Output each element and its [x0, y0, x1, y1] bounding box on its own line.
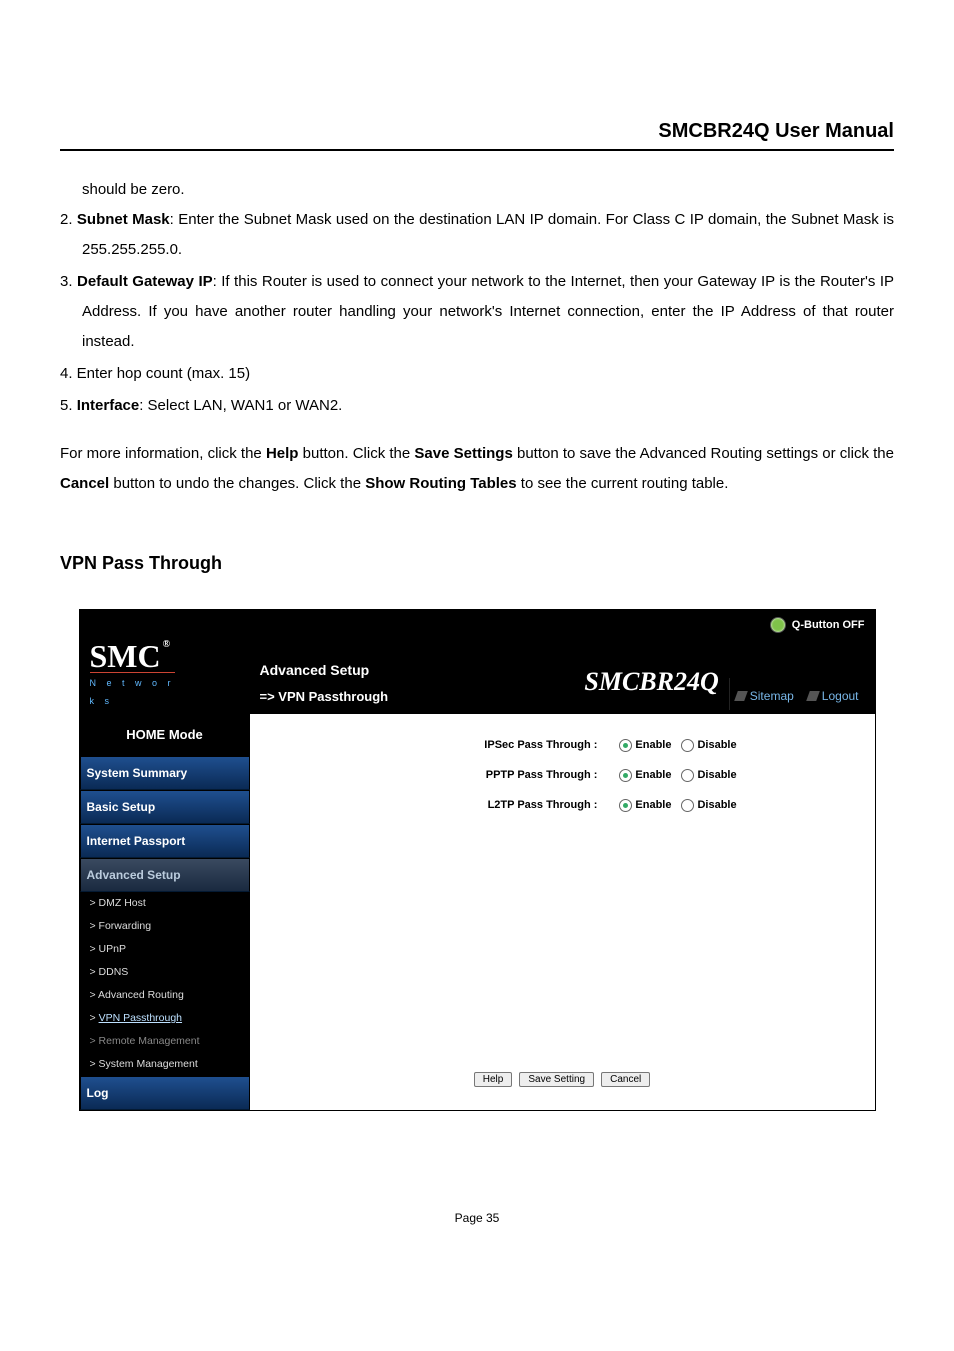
radio-l2tp-disable[interactable]: [681, 799, 694, 812]
logout-link[interactable]: Logout: [808, 684, 859, 708]
sidebar-item-log[interactable]: Log: [80, 1076, 250, 1110]
sitemap-link[interactable]: Sitemap: [736, 684, 794, 708]
header-links: Sitemap Logout: [729, 678, 865, 710]
sidebar-item-passport[interactable]: Internet Passport: [80, 824, 250, 858]
radio-l2tp-enable[interactable]: [619, 799, 632, 812]
option-ipsec: IPSec Pass Through : Enable Disable: [260, 734, 865, 756]
sidebar-sub-upnp[interactable]: > UPnP: [80, 938, 250, 961]
radio-ipsec-disable[interactable]: [681, 739, 694, 752]
sidebar-item-advanced[interactable]: Advanced Setup: [80, 858, 250, 892]
qbutton-label: Q-Button OFF: [792, 614, 865, 636]
sidebar-sub-advrouting[interactable]: > Advanced Routing: [80, 984, 250, 1007]
section-title: VPN Pass Through: [60, 545, 894, 581]
sidebar-item-basic[interactable]: Basic Setup: [80, 790, 250, 824]
list-item: 2. Subnet Mask: Enter the Subnet Mask us…: [60, 205, 894, 265]
radio-pptp-enable[interactable]: [619, 769, 632, 782]
sidebar-item-summary[interactable]: System Summary: [80, 756, 250, 790]
sidebar-sub-sysmgmt[interactable]: > System Management: [80, 1053, 250, 1076]
list-item: 4. Enter hop count (max. 15): [60, 359, 894, 389]
cancel-button[interactable]: Cancel: [601, 1072, 650, 1087]
radio-ipsec-enable[interactable]: [619, 739, 632, 752]
breadcrumb: Advanced Setup => VPN Passthrough: [260, 656, 575, 710]
qbutton-icon: [770, 617, 786, 633]
numbered-list: 2. Subnet Mask: Enter the Subnet Mask us…: [60, 205, 894, 421]
model-name: SMCBR24Q: [574, 656, 728, 710]
content-panel: IPSec Pass Through : Enable Disable PPTP…: [250, 714, 875, 1110]
sidebar-sub-remote[interactable]: > Remote Management: [80, 1030, 250, 1053]
sidebar: HOME Mode System Summary Basic Setup Int…: [80, 714, 250, 1110]
sidebar-home: HOME Mode: [80, 714, 250, 756]
sidebar-sub-vpn[interactable]: > VPN Passthrough: [80, 1007, 250, 1030]
logo: SMC ® N e t w o r k s: [90, 640, 260, 710]
help-button[interactable]: Help: [474, 1072, 513, 1087]
topbar: Q-Button OFF: [80, 610, 875, 640]
intro-tail: should be zero.: [82, 175, 894, 205]
button-row: Help Save Setting Cancel: [260, 928, 865, 1090]
page-header: SMCBR24Q User Manual: [60, 120, 894, 151]
page-icon: [734, 691, 748, 701]
save-button[interactable]: Save Setting: [519, 1072, 594, 1087]
body-text: should be zero. 2. Subnet Mask: Enter th…: [60, 175, 894, 1111]
page-footer: Page 35: [60, 1211, 894, 1225]
router-ui-screenshot: Q-Button OFF SMC ® N e t w o r k s Advan…: [79, 609, 876, 1111]
option-pptp: PPTP Pass Through : Enable Disable: [260, 764, 865, 786]
header-bar: SMC ® N e t w o r k s Advanced Setup => …: [80, 640, 875, 714]
radio-pptp-disable[interactable]: [681, 769, 694, 782]
list-item: 5. Interface: Select LAN, WAN1 or WAN2.: [60, 391, 894, 421]
sidebar-sub-forwarding[interactable]: > Forwarding: [80, 915, 250, 938]
info-paragraph: For more information, click the Help but…: [60, 439, 894, 499]
option-l2tp: L2TP Pass Through : Enable Disable: [260, 794, 865, 816]
page-icon: [806, 691, 820, 701]
list-item: 3. Default Gateway IP: If this Router is…: [60, 267, 894, 357]
sidebar-sub-dmz[interactable]: > DMZ Host: [80, 892, 250, 915]
sidebar-sub-ddns[interactable]: > DDNS: [80, 961, 250, 984]
